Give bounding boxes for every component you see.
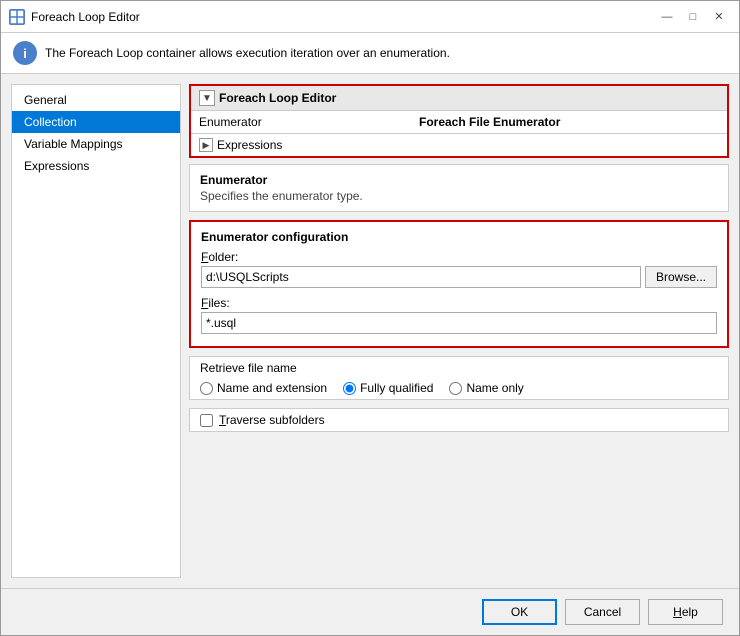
expand-button[interactable]: ▶ xyxy=(199,138,213,152)
editor-title: Foreach Loop Editor xyxy=(219,91,336,105)
files-input[interactable] xyxy=(201,312,717,334)
folder-input[interactable] xyxy=(201,266,641,288)
radio-fully-qualified-label: Fully qualified xyxy=(360,381,433,395)
config-section: Enumerator configuration Folder: Browse.… xyxy=(189,220,729,348)
enumerator-label: Enumerator xyxy=(199,115,419,129)
sidebar-item-expressions[interactable]: Expressions xyxy=(12,155,180,177)
radio-name-only-input[interactable] xyxy=(449,382,462,395)
expressions-label: Expressions xyxy=(217,138,282,152)
info-text: The Foreach Loop container allows execut… xyxy=(45,46,450,60)
expressions-row: ▶ Expressions xyxy=(191,134,727,156)
enumerator-row: Enumerator Foreach File Enumerator xyxy=(191,111,727,134)
folder-row: Folder: Browse... xyxy=(201,250,717,288)
editor-header: ▼ Foreach Loop Editor Enumerator Foreach… xyxy=(189,84,729,158)
window-icon xyxy=(9,9,25,25)
minimize-button[interactable]: — xyxy=(655,7,679,27)
traverse-checkbox[interactable] xyxy=(200,414,213,427)
files-label: Files: xyxy=(201,296,717,310)
window-title: Foreach Loop Editor xyxy=(31,10,140,24)
browse-button[interactable]: Browse... xyxy=(645,266,717,288)
title-bar-buttons: — □ ✕ xyxy=(655,7,731,27)
radio-group: Name and extension Fully qualified Name … xyxy=(200,381,718,395)
collapse-button[interactable]: ▼ xyxy=(199,90,215,106)
enumerator-section-title: Enumerator xyxy=(200,173,718,187)
main-area: General Collection Variable Mappings Exp… xyxy=(1,74,739,588)
retrieve-section: Retrieve file name Name and extension Fu… xyxy=(189,356,729,400)
retrieve-title: Retrieve file name xyxy=(200,361,718,375)
ok-button[interactable]: OK xyxy=(482,599,557,625)
right-panel: ▼ Foreach Loop Editor Enumerator Foreach… xyxy=(189,84,729,578)
maximize-button[interactable]: □ xyxy=(681,7,705,27)
folder-input-row: Browse... xyxy=(201,266,717,288)
editor-title-row: ▼ Foreach Loop Editor xyxy=(191,86,727,111)
cancel-button[interactable]: Cancel xyxy=(565,599,640,625)
radio-name-only-label: Name only xyxy=(466,381,523,395)
traverse-label: Traverse subfolders xyxy=(219,413,325,427)
info-icon: i xyxy=(13,41,37,65)
info-bar: i The Foreach Loop container allows exec… xyxy=(1,33,739,74)
radio-name-ext-label: Name and extension xyxy=(217,381,327,395)
close-button[interactable]: ✕ xyxy=(707,7,731,27)
sidebar-item-collection[interactable]: Collection xyxy=(12,111,180,133)
enumerator-section-desc: Specifies the enumerator type. xyxy=(200,189,718,203)
enumerator-section: Enumerator Specifies the enumerator type… xyxy=(189,164,729,212)
enumerator-value: Foreach File Enumerator xyxy=(419,115,560,129)
radio-fully-qualified-input[interactable] xyxy=(343,382,356,395)
config-title: Enumerator configuration xyxy=(201,230,717,244)
sidebar-item-variable-mappings[interactable]: Variable Mappings xyxy=(12,133,180,155)
folder-label: Folder: xyxy=(201,250,717,264)
radio-name-only[interactable]: Name only xyxy=(449,381,523,395)
traverse-section: Traverse subfolders xyxy=(189,408,729,432)
help-button[interactable]: Help xyxy=(648,599,723,625)
foreach-loop-editor-window: Foreach Loop Editor — □ ✕ i The Foreach … xyxy=(0,0,740,636)
sidebar-item-general[interactable]: General xyxy=(12,89,180,111)
radio-name-ext-input[interactable] xyxy=(200,382,213,395)
title-bar: Foreach Loop Editor — □ ✕ xyxy=(1,1,739,33)
left-panel: General Collection Variable Mappings Exp… xyxy=(11,84,181,578)
title-bar-left: Foreach Loop Editor xyxy=(9,9,140,25)
files-row: Files: xyxy=(201,296,717,334)
radio-name-ext[interactable]: Name and extension xyxy=(200,381,327,395)
files-input-row xyxy=(201,312,717,334)
bottom-bar: OK Cancel Help xyxy=(1,588,739,635)
radio-fully-qualified[interactable]: Fully qualified xyxy=(343,381,433,395)
